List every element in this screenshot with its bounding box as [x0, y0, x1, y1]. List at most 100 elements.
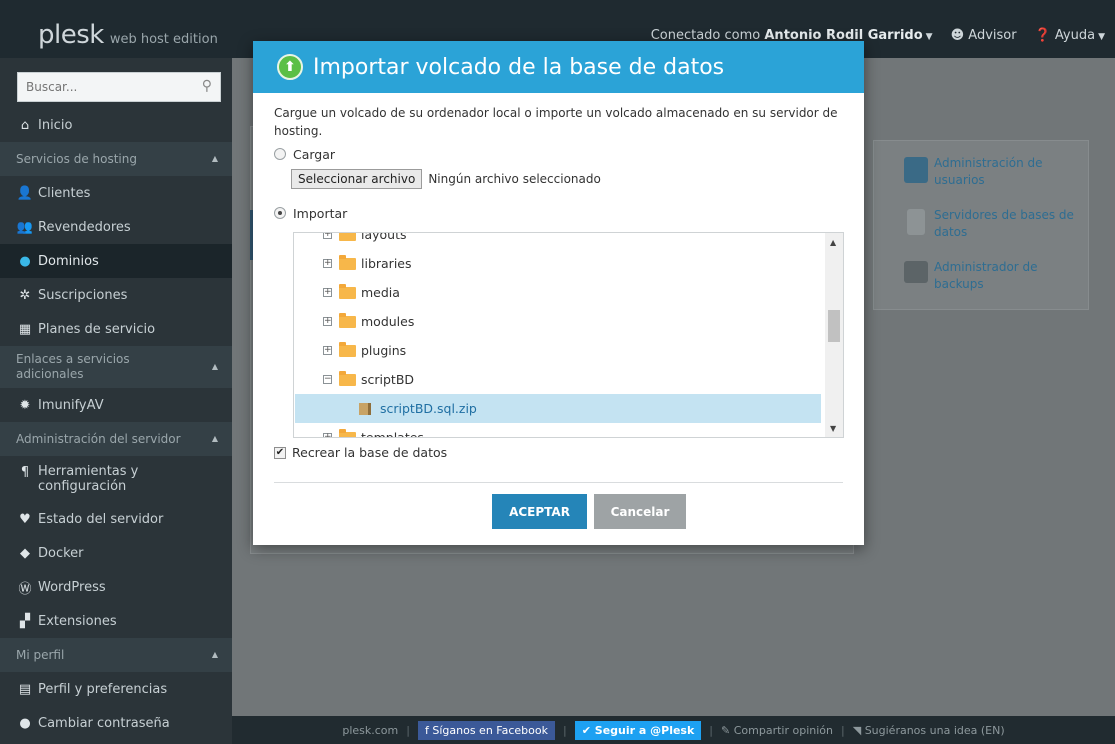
dialog-header: ⬆ Importar volcado de la base de datos: [253, 41, 864, 93]
sidebar-nav: ⌂ Inicio Servicios de hosting ▲ 👤 Clientes …: [0, 108, 232, 740]
tree-item-label: media: [361, 285, 400, 300]
scroll-thumb[interactable]: [828, 310, 840, 342]
import-radio[interactable]: [274, 207, 286, 219]
tree-item-label: scriptBD: [361, 372, 415, 387]
expand-icon[interactable]: +: [323, 433, 332, 437]
sidebar-item-label: Estado del servidor: [38, 511, 164, 527]
expand-icon[interactable]: +: [323, 346, 332, 355]
tree-folder-layouts[interactable]: + layouts: [294, 232, 824, 249]
sidebar-item-clients[interactable]: 👤 Clientes: [0, 176, 232, 210]
facebook-icon: f: [424, 723, 429, 737]
share-feedback-link[interactable]: ✎ Compartir opinión: [721, 724, 833, 737]
sidebar-item-change-password[interactable]: ● Cambiar contraseña: [0, 706, 232, 740]
shield-gear-icon: ✹: [19, 397, 31, 413]
help-menu[interactable]: ❓ Ayuda ▼: [1035, 28, 1105, 43]
tree-scrollbar[interactable]: ▲ ▼: [825, 233, 843, 437]
users-admin-link[interactable]: Administración de usuarios: [874, 155, 1090, 205]
upload-label: Cargar: [293, 146, 336, 162]
backup-manager-link[interactable]: Administrador de backups: [874, 259, 1090, 309]
dialog-body: Cargue un volcado de su ordenador local …: [253, 93, 864, 222]
section-admin[interactable]: Administración del servidor ▲: [0, 422, 232, 456]
tree-folder-scriptbd[interactable]: − scriptBD: [294, 365, 824, 394]
recreate-db-option[interactable]: ✔ Recrear la base de datos: [274, 445, 447, 460]
expand-icon[interactable]: +: [323, 259, 332, 268]
advisor-link[interactable]: ☻ Advisor: [951, 28, 1017, 43]
sidebar-item-tools[interactable]: ¶ Herramientas y configuración: [0, 456, 232, 502]
separator: |: [562, 723, 567, 737]
expand-icon[interactable]: +: [323, 233, 332, 239]
docker-icon: ◆: [20, 545, 30, 561]
footer-site-link[interactable]: plesk.com: [342, 724, 398, 737]
sidebar-item-label: WordPress: [38, 579, 106, 595]
search-icon[interactable]: ⚲: [202, 78, 212, 94]
facebook-button[interactable]: f Síganos en Facebook: [417, 720, 555, 740]
sidebar-item-label: Dominios: [38, 253, 99, 269]
logo-text: plesk: [38, 20, 104, 50]
import-dump-dialog: ⬆ Importar volcado de la base de datos C…: [253, 41, 864, 545]
extensions-icon: ▞: [20, 613, 30, 629]
import-option[interactable]: Importar: [274, 204, 844, 222]
db-servers-link[interactable]: Servidores de bases de datos: [874, 207, 1090, 257]
sidebar-item-server-status[interactable]: ♥ Estado del servidor: [0, 502, 232, 536]
search-box: ⚲: [17, 72, 221, 102]
tree-file-scriptbd-sql-zip[interactable]: scriptBD.sql.zip: [295, 394, 821, 423]
suggest-idea-link[interactable]: ◥ Sugiéranos una idea (EN): [853, 724, 1005, 737]
sidebar-item-profile[interactable]: ▤ Perfil y preferencias: [0, 672, 232, 706]
file-tree: + layouts + libraries + media + modules + plu…: [293, 232, 844, 438]
home-icon: ⌂: [20, 117, 30, 133]
sidebar-item-home[interactable]: ⌂ Inicio: [0, 108, 232, 142]
section-profile[interactable]: Mi perfil ▲: [0, 638, 232, 672]
sidebar-item-label: ImunifyAV: [38, 397, 104, 413]
help-icon: ❓: [1034, 28, 1051, 43]
tree-folder-plugins[interactable]: + plugins: [294, 336, 824, 365]
choose-file-button[interactable]: Seleccionar archivo: [291, 169, 423, 189]
cancel-button[interactable]: Cancelar: [594, 494, 686, 529]
separator: |: [709, 723, 714, 737]
dialog-description: Cargue un volcado de su ordenador local …: [274, 106, 838, 138]
twitter-button[interactable]: ✔ Seguir a @Plesk: [574, 720, 702, 740]
sidebar-item-domains[interactable]: ● Dominios: [0, 244, 232, 278]
file-status-text: Ningún archivo seleccionado: [428, 172, 601, 186]
right-panel: Administración de usuarios Servidores de…: [873, 140, 1089, 310]
tools-icon: ¶: [20, 465, 30, 480]
collapse-icon[interactable]: −: [323, 375, 332, 384]
folder-icon: [339, 341, 356, 357]
accept-button[interactable]: ACEPTAR: [492, 494, 587, 529]
scroll-up-icon[interactable]: ▲: [830, 238, 836, 247]
tree-folder-media[interactable]: + media: [294, 278, 824, 307]
sidebar-item-resellers[interactable]: 👥 Revendedores: [0, 210, 232, 244]
gear-icon: ✲: [19, 287, 31, 303]
divider: [274, 482, 843, 483]
sidebar-item-extensions[interactable]: ▞ Extensiones: [0, 604, 232, 638]
sidebar-item-service-plans[interactable]: ▦ Planes de servicio: [0, 312, 232, 346]
tree-item-label: plugins: [361, 343, 407, 358]
sidebar-item-subscriptions[interactable]: ✲ Suscripciones: [0, 278, 232, 312]
tree-folder-templates[interactable]: + templates: [294, 423, 824, 437]
collapse-icon: ▲: [211, 154, 218, 163]
upload-option[interactable]: Cargar: [274, 145, 844, 163]
tree-item-label: layouts: [361, 232, 407, 242]
sidebar-item-imunify[interactable]: ✹ ImunifyAV: [0, 388, 232, 422]
chevron-down-icon: ▼: [925, 32, 933, 42]
sidebar-item-wordpress[interactable]: Ⓦ WordPress: [0, 570, 232, 604]
upload-radio[interactable]: [274, 148, 286, 160]
tree-folder-libraries[interactable]: + libraries: [294, 249, 824, 278]
expand-icon[interactable]: +: [323, 317, 332, 326]
section-links[interactable]: Enlaces a servicios adicionales ▲: [0, 346, 232, 388]
recreate-db-label: Recrear la base de datos: [292, 445, 448, 460]
share-label: Compartir opinión: [733, 723, 833, 737]
upload-icon: ⬆: [277, 54, 303, 80]
expand-icon[interactable]: +: [323, 288, 332, 297]
scroll-down-icon[interactable]: ▼: [830, 424, 836, 433]
tree-folder-modules[interactable]: + modules: [294, 307, 824, 336]
section-hosting[interactable]: Servicios de hosting ▲: [0, 142, 232, 176]
globe-icon: ●: [19, 253, 31, 269]
sidebar-item-docker[interactable]: ◆ Docker: [0, 536, 232, 570]
recreate-db-checkbox[interactable]: ✔: [274, 446, 286, 459]
reseller-icon: 👥: [16, 219, 34, 235]
section-label: Enlaces a servicios adicionales: [16, 352, 130, 381]
twitter-label: Seguir a @Plesk: [594, 723, 695, 737]
search-input[interactable]: [18, 73, 188, 101]
sidebar-item-label: Docker: [38, 545, 84, 561]
plesk-logo[interactable]: plesk web host edition: [38, 20, 218, 50]
